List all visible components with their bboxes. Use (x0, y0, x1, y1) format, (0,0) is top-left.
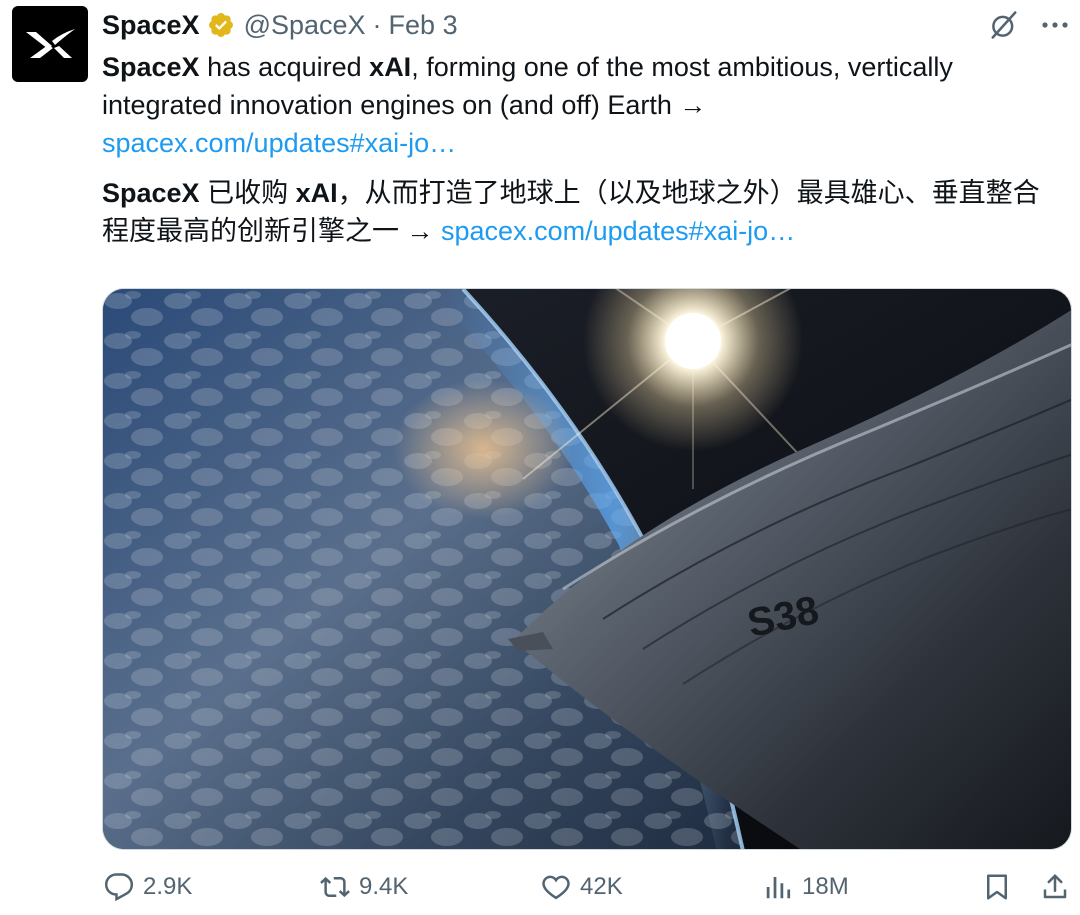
text-bold-spacex: SpaceX (102, 52, 200, 82)
repost-icon (320, 876, 350, 898)
display-name[interactable]: SpaceX (102, 10, 200, 41)
tweet-date[interactable]: Feb 3 (389, 10, 458, 41)
earth-starship-photo: S38 (103, 289, 1071, 849)
views-button[interactable]: 18M (763, 862, 849, 912)
bookmark-button[interactable] (982, 862, 1012, 912)
repost-count: 9.4K (359, 873, 409, 900)
tweet-link[interactable]: spacex.com/updates#xai-jo… (441, 216, 795, 246)
handle[interactable]: @SpaceX (244, 10, 366, 41)
view-count: 18M (802, 873, 849, 900)
tweet-header: SpaceX @SpaceX · Feb 3 (102, 6, 458, 44)
analytics-icon (766, 877, 791, 899)
tweet-card[interactable]: SpaceX @SpaceX · Feb 3 SpaceX has acquir… (0, 0, 1080, 915)
bookmark-icon (987, 874, 1007, 900)
tweet-media-image[interactable]: S38 (102, 288, 1072, 850)
text-bold-xai: xAI (295, 178, 338, 208)
like-count: 42K (580, 873, 623, 900)
separator-dot: · (372, 9, 382, 40)
reply-count: 2.9K (143, 873, 193, 900)
text-bold-xai: xAI (369, 52, 412, 82)
like-button[interactable]: 42K (541, 862, 623, 912)
reply-icon (104, 873, 134, 902)
tweet-text-chinese: SpaceX 已收购 xAI，从而打造了地球上（以及地球之外）最具雄心、垂直整合… (102, 174, 1062, 250)
share-button[interactable] (1040, 862, 1070, 912)
heart-icon (542, 875, 570, 900)
more-horizontal-icon (1042, 22, 1068, 28)
grok-button[interactable] (985, 8, 1023, 42)
more-options-button[interactable] (1035, 8, 1075, 42)
text-segment: has acquired (199, 52, 370, 82)
verified-badge-icon[interactable] (207, 11, 235, 39)
grok-icon (991, 11, 1017, 39)
avatar[interactable] (12, 6, 88, 82)
tweet-link[interactable]: spacex.com/updates#xai-jo… (102, 128, 456, 158)
share-icon (1043, 874, 1067, 899)
repost-button[interactable]: 9.4K (320, 862, 408, 912)
text-segment: 已收购 (199, 178, 296, 208)
tweet-text-english: SpaceX has acquired xAI, forming one of … (102, 48, 1062, 162)
spacex-logo-icon (26, 29, 75, 58)
text-bold-spacex: SpaceX (102, 178, 200, 208)
tweet-actions: 2.9K 9.4K 42K 18M (0, 862, 1080, 912)
reply-button[interactable]: 2.9K (104, 862, 192, 912)
